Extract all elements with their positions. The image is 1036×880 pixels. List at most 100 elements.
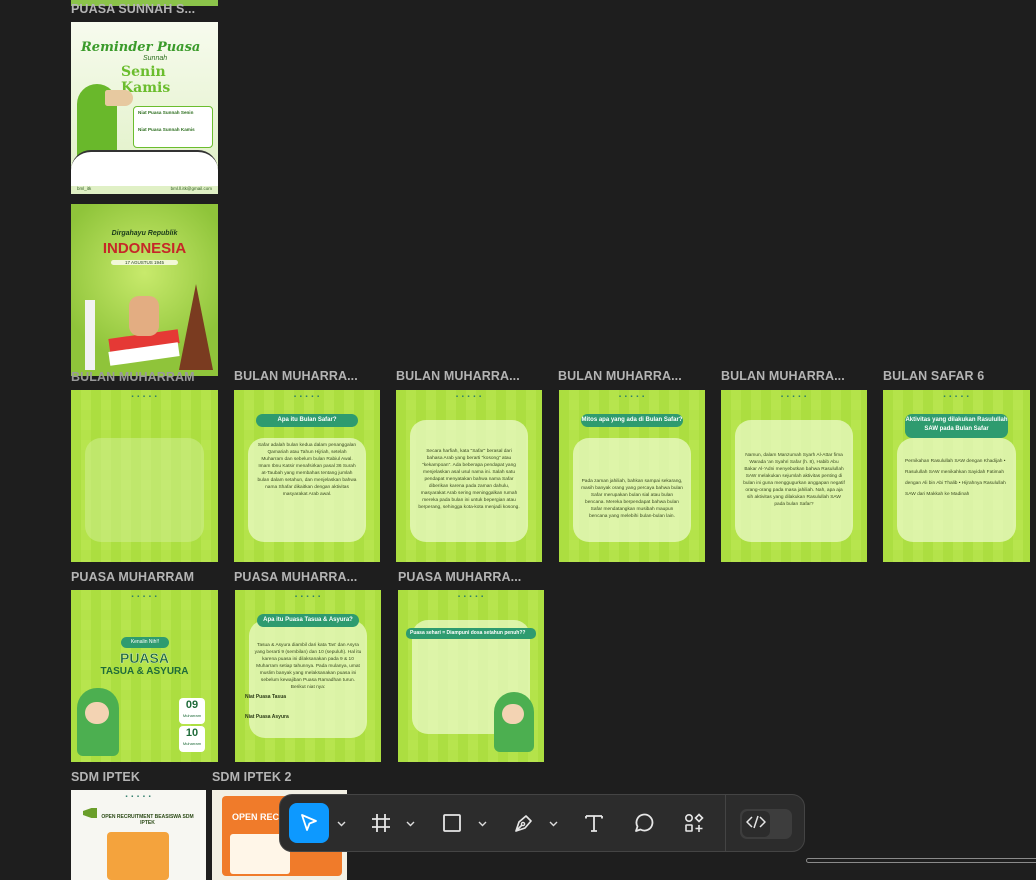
date-box-2: 10 Muharram bbox=[179, 726, 205, 752]
frame-sdm-iptek[interactable]: ▪ ▪ ▪ ▪ ▪ OPEN RECRUITMENT BEASISWA SDM … bbox=[71, 790, 206, 880]
niat-label-2: Niat Puasa Asyura bbox=[245, 714, 289, 720]
date-2-number: 10 bbox=[185, 727, 199, 739]
dirgahayu-line-2: INDONESIA bbox=[102, 240, 187, 257]
reminder-title-2: Sunnah bbox=[143, 55, 168, 62]
dirgahayu-line-3: 17 AGUSTUS 1945 bbox=[111, 260, 178, 265]
content-card bbox=[85, 438, 204, 542]
card-body: Pada zaman jahiliah, bahkan sampai sekar… bbox=[581, 479, 683, 519]
rectangle-tool-button[interactable] bbox=[435, 803, 469, 843]
rectangle-icon bbox=[441, 812, 463, 834]
frame-label[interactable]: BULAN MUHARRA... bbox=[558, 369, 698, 383]
comment-icon bbox=[632, 811, 656, 835]
frame-bulan-muharram-5[interactable]: ▪ ▪ ▪ ▪ ▪ Namun, dalam Manzumah Syarh Al… bbox=[721, 390, 867, 562]
frame-label[interactable]: SDM IPTEK bbox=[71, 770, 211, 784]
move-pointer-icon bbox=[298, 812, 320, 834]
puasa-subtitle: TASUA & ASYURA bbox=[100, 666, 189, 677]
rectangle-tool-dropdown[interactable] bbox=[476, 814, 488, 832]
frame-label[interactable]: SDM IPTEK 2 bbox=[212, 770, 352, 784]
frame-bulan-safar-6[interactable]: ▪ ▪ ▪ ▪ ▪ Aktivitas yang dilakukan Rasul… bbox=[883, 390, 1030, 562]
partner-logos: ▪ ▪ ▪ ▪ ▪ bbox=[293, 394, 321, 400]
actions-icon bbox=[682, 811, 706, 835]
frame-bulan-muharram-2[interactable]: ▪ ▪ ▪ ▪ ▪ Apa itu Bulan Safar? Safar ada… bbox=[234, 390, 380, 562]
footer-email: bml.ll.itk@gmail.com bbox=[170, 186, 212, 191]
frame-label[interactable]: BULAN MUHARRAM bbox=[71, 370, 211, 384]
frame-icon bbox=[370, 812, 392, 834]
niat-1: Niat Puasa Sunnah Senin bbox=[138, 110, 194, 115]
frame-label[interactable]: PUASA MUHARRAM bbox=[71, 570, 211, 584]
toolbar-divider bbox=[725, 795, 726, 851]
sdm2-title: OPEN REC bbox=[232, 812, 280, 822]
chevron-down-icon bbox=[406, 814, 415, 832]
card-body: Secara harfiah, kata "Safar" berasal dar… bbox=[418, 449, 520, 510]
pen-tool-dropdown[interactable] bbox=[547, 814, 559, 832]
date-1-month: Muharram bbox=[182, 713, 202, 718]
card-title: Apa itu Puasa Tasua & Asyura? bbox=[257, 614, 359, 627]
clouds bbox=[71, 150, 218, 186]
card-body: Tasua & Asyura diambil dari kata Tas' da… bbox=[254, 643, 362, 690]
frame-label[interactable]: BULAN SAFAR 6 bbox=[883, 369, 1023, 383]
frame-tool-dropdown[interactable] bbox=[404, 814, 416, 832]
frame-label[interactable]: PUASA MUHARRA... bbox=[398, 570, 538, 584]
horizontal-scrollbar[interactable] bbox=[806, 858, 1036, 863]
move-tool-dropdown[interactable] bbox=[335, 814, 347, 832]
date-1-number: 09 bbox=[185, 699, 199, 711]
date-2-month: Muharram bbox=[182, 741, 202, 746]
badge: Kenalin Nih!! bbox=[121, 637, 169, 648]
chevron-down-icon bbox=[478, 814, 487, 832]
partner-logos: ▪ ▪ ▪ ▪ ▪ bbox=[457, 594, 485, 600]
girl-face bbox=[85, 702, 109, 724]
pen-tool-button[interactable] bbox=[507, 803, 541, 843]
dev-mode-toggle[interactable] bbox=[740, 809, 792, 839]
partner-logos: ▪ ▪ ▪ ▪ ▪ bbox=[294, 594, 322, 600]
frame-puasa-muharram-1[interactable]: ▪ ▪ ▪ ▪ ▪ Kenalin Nih!! PUASA TASUA & AS… bbox=[71, 590, 218, 762]
fist bbox=[129, 296, 159, 336]
card-body: Safar adalah bulan kedua dalam penanggal… bbox=[257, 443, 357, 497]
niat-label-1: Niat Puasa Tasua bbox=[245, 694, 287, 700]
frame-bulan-muharram-3[interactable]: ▪ ▪ ▪ ▪ ▪ Secara harfiah, kata "Safar" b… bbox=[396, 390, 542, 562]
partner-logos: ▪ ▪ ▪ ▪ ▪ bbox=[943, 394, 970, 400]
niat-2: Niat Puasa Sunnah Kamis bbox=[138, 127, 195, 132]
partner-logos: ▪ ▪ ▪ ▪ ▪ bbox=[131, 394, 158, 400]
text-tool-button[interactable] bbox=[577, 803, 611, 843]
frame-puasa-muharram-2[interactable]: ▪ ▪ ▪ ▪ ▪ Apa itu Puasa Tasua & Asyura? … bbox=[235, 590, 381, 762]
footer-handle: bml_itk bbox=[77, 186, 92, 191]
partner-logos: ▪ ▪ ▪ ▪ ▪ bbox=[125, 794, 152, 800]
actions-tool-button[interactable] bbox=[677, 803, 711, 843]
megaphone-icon bbox=[105, 90, 133, 106]
frame-puasa-muharram-3[interactable]: ▪ ▪ ▪ ▪ ▪ Puasa sehari = Diampuni dosa s… bbox=[398, 590, 544, 762]
comment-tool-button[interactable] bbox=[627, 803, 661, 843]
text-icon bbox=[583, 812, 605, 834]
design-canvas[interactable]: PUASA SUNNAH S... Reminder Puasa Sunnah … bbox=[0, 0, 1036, 880]
reminder-title-1: Reminder Puasa bbox=[81, 40, 201, 55]
partner-logos: ▪ ▪ ▪ ▪ ▪ bbox=[131, 594, 158, 600]
frame-reminder-puasa[interactable]: Reminder Puasa Sunnah Senin Kamis Niat P… bbox=[71, 22, 218, 194]
sdm-title: OPEN RECRUITMENT BEASISWA SDM IPTEK bbox=[101, 814, 194, 826]
monument-left bbox=[85, 300, 95, 370]
frame-label[interactable]: PUASA SUNNAH S... bbox=[71, 2, 211, 16]
frame-bulan-muharram-4[interactable]: ▪ ▪ ▪ ▪ ▪ Mitos apa yang ada di Bulan Sa… bbox=[559, 390, 705, 562]
megaphone-icon bbox=[83, 808, 97, 818]
card-title: Puasa sehari = Diampuni dosa setahun pen… bbox=[406, 628, 536, 639]
dev-mode-knob bbox=[742, 811, 770, 837]
card-body: Pernikahan Rasulullah SAW dengan Khadija… bbox=[905, 459, 1006, 497]
code-icon bbox=[746, 815, 766, 834]
pen-icon bbox=[512, 811, 536, 835]
frame-label[interactable]: BULAN MUHARRA... bbox=[234, 369, 374, 383]
dirgahayu-line-1: Dirgahayu Republik bbox=[111, 230, 178, 237]
frame-label[interactable]: PUASA MUHARRA... bbox=[234, 570, 374, 584]
frame-footer: bml_itk bml.ll.itk@gmail.com bbox=[77, 186, 212, 191]
reminder-title-3: Senin Kamis bbox=[121, 64, 171, 96]
niat-box: Niat Puasa Sunnah Senin Niat Puasa Sunna… bbox=[133, 106, 213, 148]
frame-tool-button[interactable] bbox=[364, 803, 398, 843]
frame-bulan-muharram-1[interactable]: ▪ ▪ ▪ ▪ ▪ bbox=[71, 390, 218, 562]
date-box-1: 09 Muharram bbox=[179, 698, 205, 724]
bottom-toolbar bbox=[279, 794, 805, 852]
chevron-down-icon bbox=[337, 814, 346, 832]
frame-dirgahayu[interactable]: Dirgahayu Republik INDONESIA 17 AGUSTUS … bbox=[71, 204, 218, 376]
frame-label[interactable]: BULAN MUHARRA... bbox=[721, 369, 861, 383]
puasa-title: PUASA bbox=[119, 650, 169, 666]
card-title: Mitos apa yang ada di Bulan Safar? bbox=[581, 414, 683, 427]
frame-label[interactable]: BULAN MUHARRA... bbox=[396, 369, 536, 383]
move-tool-button[interactable] bbox=[289, 803, 329, 843]
card-title: Aktivitas yang dilakukan Rasulullah SAW … bbox=[905, 414, 1008, 438]
